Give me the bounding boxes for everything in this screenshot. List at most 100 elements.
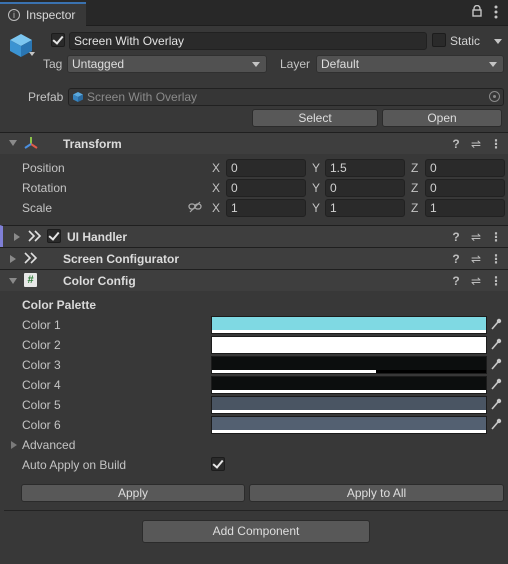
scale-z-value: 1 [430,201,437,215]
ui-handler-title: UI Handler [67,230,128,244]
object-picker-icon[interactable] [489,91,500,102]
alpha-fill [212,330,486,333]
eyedropper-icon[interactable] [490,357,502,371]
rotation-y-field[interactable]: 0 [325,179,405,197]
scale-y-value: 1 [330,201,337,215]
color-6-swatch[interactable] [211,416,487,434]
apply-button[interactable]: Apply [21,484,245,502]
layer-value: Default [321,57,360,71]
rotation-z-value: 0 [430,181,437,195]
tag-value: Untagged [72,57,125,71]
add-component-button[interactable]: Add Component [142,520,370,543]
color-2-label: Color 2 [22,338,61,352]
color-3-swatch[interactable] [211,356,487,374]
component-menu-icon[interactable]: ⋮ [489,274,503,288]
scale-x-field[interactable]: 1 [226,199,306,217]
presets-sliders-icon[interactable]: ⇌ [469,252,483,266]
prefab-select-button[interactable]: Select [252,109,378,127]
presets-sliders-icon[interactable]: ⇌ [469,230,483,244]
help-icon[interactable]: ? [449,230,463,244]
constrain-proportions-link-icon[interactable] [188,201,202,213]
prefab-cube-icon [72,91,84,103]
color-5-swatch[interactable] [211,396,487,414]
alpha-bar [212,430,486,433]
script-icon [28,230,42,242]
ui-handler-enabled-toggle[interactable] [47,229,61,243]
add-component-label: Add Component [212,524,300,538]
prefab-field[interactable]: Screen With Overlay [68,88,504,106]
position-z-value: 0 [430,161,437,175]
auto-apply-checkbox[interactable] [211,457,225,471]
color-palette-heading: Color Palette [22,298,97,312]
rotation-z-field[interactable]: 0 [425,179,505,197]
component-menu-icon[interactable]: ⋮ [489,137,503,151]
foldout-arrow-icon[interactable] [9,140,17,146]
eyedropper-icon[interactable] [490,317,502,331]
prefab-open-button[interactable]: Open [382,109,502,127]
static-caret-icon[interactable] [494,39,502,44]
axis-x-label: X [212,201,221,215]
color-config-title: Color Config [63,274,136,288]
csharp-script-icon: # [24,273,37,287]
color-6-label: Color 6 [22,418,61,432]
alpha-fill [212,350,486,353]
lock-icon[interactable] [472,4,482,17]
prefab-value: Screen With Overlay [87,90,198,104]
color-1-label: Color 1 [22,318,61,332]
advanced-foldout-label[interactable]: Advanced [22,437,75,453]
alpha-fill [212,370,377,373]
apply-to-all-label: Apply to All [346,486,407,500]
component-menu-icon[interactable]: ⋮ [489,230,503,244]
transform-axes-icon [24,136,38,150]
eyedropper-icon[interactable] [490,397,502,411]
color-2-swatch[interactable] [211,336,487,354]
object-name-field[interactable]: Screen With Overlay [69,32,427,50]
layer-dropdown[interactable]: Default [316,55,504,73]
screen-configurator-title: Screen Configurator [63,252,180,266]
eyedropper-icon[interactable] [490,377,502,391]
position-y-value: 1.5 [330,161,347,175]
kebab-menu-icon[interactable] [494,5,498,19]
chevron-down-icon [252,62,260,67]
alpha-bar [212,330,486,333]
foldout-arrow-icon[interactable] [9,278,17,284]
position-label: Position [22,161,65,175]
alpha-fill [212,410,486,413]
active-toggle[interactable] [51,33,65,47]
presets-sliders-icon[interactable]: ⇌ [469,274,483,288]
tab-inspector[interactable]: i Inspector [0,2,86,26]
help-icon[interactable]: ? [449,274,463,288]
help-icon[interactable]: ? [449,137,463,151]
position-y-field[interactable]: 1.5 [325,159,405,177]
tag-label: Tag [43,57,63,71]
position-x-field[interactable]: 0 [226,159,306,177]
foldout-arrow-icon[interactable] [14,233,20,241]
alpha-bar [212,370,486,373]
eyedropper-icon[interactable] [490,417,502,431]
script-icon [24,252,38,264]
position-z-field[interactable]: 0 [425,159,505,177]
color-4-swatch[interactable] [211,376,487,394]
rotation-label: Rotation [22,181,67,195]
layer-label: Layer [280,57,311,71]
static-checkbox[interactable] [432,33,446,47]
scale-z-field[interactable]: 1 [425,199,505,217]
foldout-arrow-icon[interactable] [11,441,17,449]
color-4-label: Color 4 [22,378,61,392]
axis-y-label: Y [312,201,321,215]
eyedropper-icon[interactable] [490,337,502,351]
rotation-x-field[interactable]: 0 [226,179,306,197]
apply-to-all-button[interactable]: Apply to All [249,484,504,502]
help-icon[interactable]: ? [449,252,463,266]
alpha-bar [212,410,486,413]
static-label: Static [450,34,481,48]
tag-dropdown[interactable]: Untagged [67,55,267,73]
component-menu-icon[interactable]: ⋮ [489,252,503,266]
alpha-bar [212,350,486,353]
scale-y-field[interactable]: 1 [325,199,405,217]
color-1-swatch[interactable] [211,316,487,334]
icon-dropdown-caret-icon[interactable] [29,52,35,56]
presets-sliders-icon[interactable]: ⇌ [469,137,483,151]
foldout-arrow-icon[interactable] [10,255,16,263]
select-label: Select [298,111,332,125]
